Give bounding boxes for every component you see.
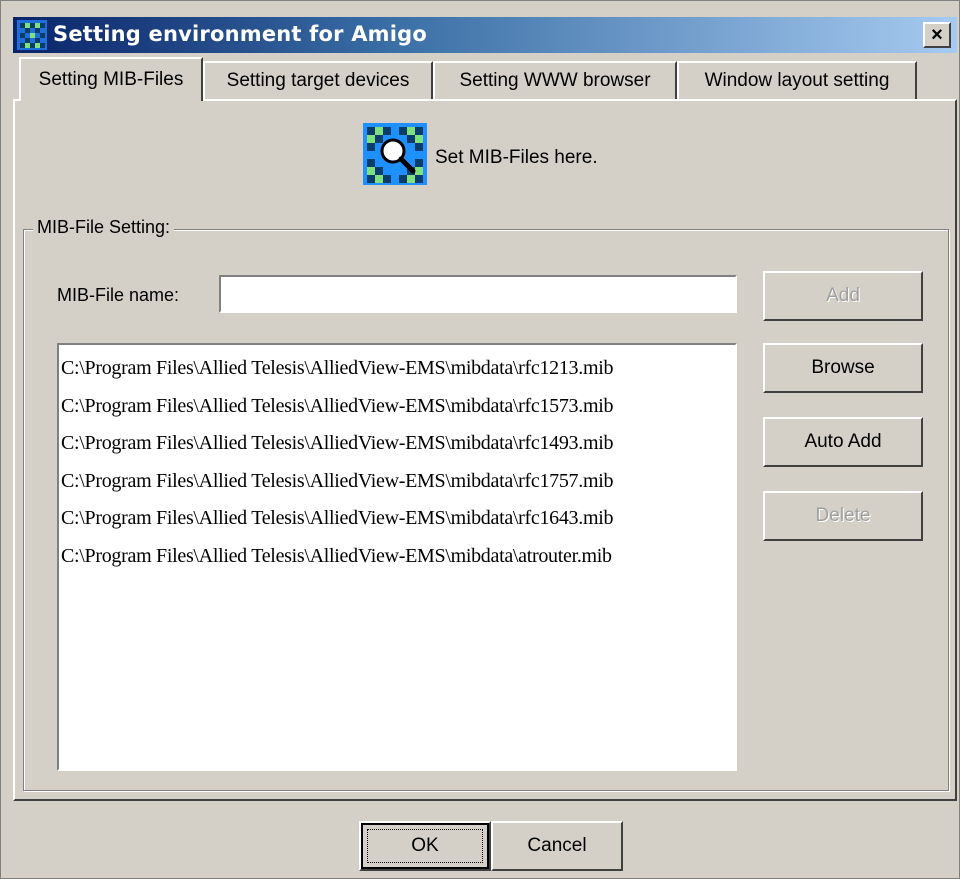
list-item[interactable]: C:\Program Files\Allied Telesis\AlliedVi… (59, 357, 735, 395)
mib-search-icon (363, 123, 427, 185)
list-item[interactable]: C:\Program Files\Allied Telesis\AlliedVi… (59, 470, 735, 508)
list-item[interactable]: C:\Program Files\Allied Telesis\AlliedVi… (59, 432, 735, 470)
close-button[interactable]: × (923, 22, 951, 48)
add-button[interactable]: Add (763, 271, 923, 321)
tab-label: Setting WWW browser (459, 70, 651, 91)
button-label: Delete (815, 505, 871, 526)
window-title: Setting environment for Amigo (53, 22, 427, 46)
tab-label: Window layout setting (704, 70, 890, 91)
button-label: OK (411, 835, 439, 856)
header-text: Set MIB-Files here. (435, 147, 598, 168)
button-label: Add (826, 285, 860, 306)
button-label: Auto Add (804, 431, 882, 452)
list-item[interactable]: C:\Program Files\Allied Telesis\AlliedVi… (59, 395, 735, 433)
cancel-button[interactable]: Cancel (491, 821, 623, 871)
mib-file-list[interactable]: C:\Program Files\Allied Telesis\AlliedVi… (57, 343, 737, 771)
mib-file-name-label: MIB-File name: (57, 285, 180, 305)
settings-dialog: Setting environment for Amigo × Setting … (0, 0, 960, 879)
tab-setting-www-browser[interactable]: Setting WWW browser (433, 61, 677, 99)
mib-file-name-input[interactable] (219, 275, 737, 313)
auto-add-button[interactable]: Auto Add (763, 417, 923, 467)
button-label: Browse (811, 357, 875, 378)
groupbox-label: MIB-File Setting: (33, 217, 175, 238)
tab-setting-target-devices[interactable]: Setting target devices (203, 61, 433, 99)
tab-setting-mib-files[interactable]: Setting MIB-Files (19, 57, 203, 101)
list-item[interactable]: C:\Program Files\Allied Telesis\AlliedVi… (59, 545, 735, 583)
list-item[interactable]: C:\Program Files\Allied Telesis\AlliedVi… (59, 507, 735, 545)
tab-label: Setting MIB-Files (38, 69, 184, 90)
title-bar[interactable]: Setting environment for Amigo × (13, 17, 957, 53)
tab-window-layout-setting[interactable]: Window layout setting (677, 61, 917, 99)
browse-button[interactable]: Browse (763, 343, 923, 393)
button-label: Cancel (527, 835, 587, 856)
amigo-app-icon (17, 20, 47, 50)
tab-label: Setting target devices (226, 70, 410, 91)
ok-button[interactable]: OK (359, 821, 491, 871)
delete-button[interactable]: Delete (763, 491, 923, 541)
close-icon: × (931, 24, 943, 46)
